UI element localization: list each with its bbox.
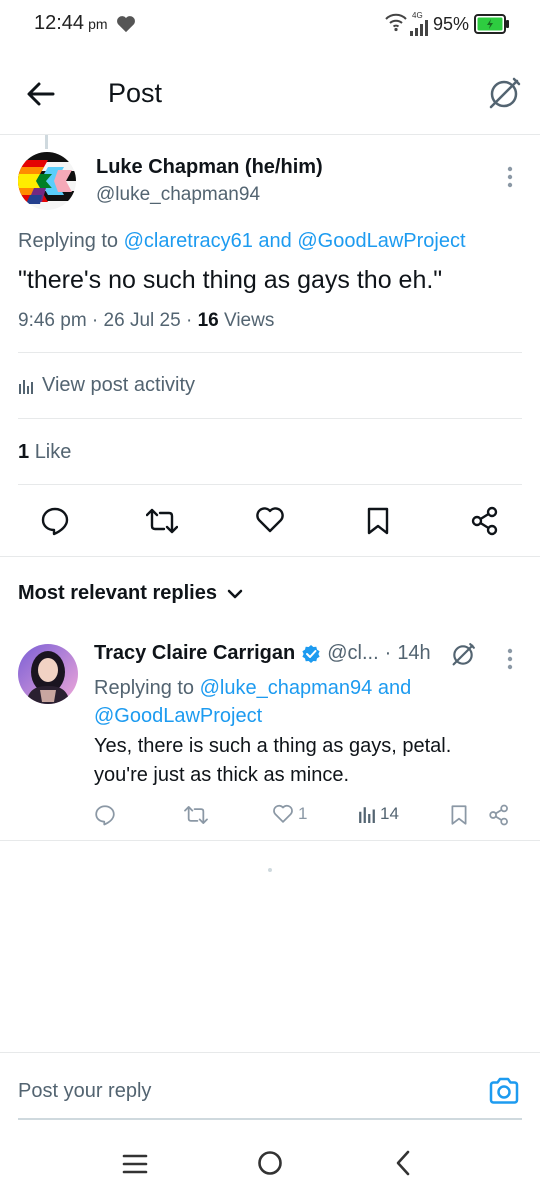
grok-icon[interactable] <box>486 76 522 112</box>
mention-link[interactable]: @claretracy61 <box>124 230 253 252</box>
reply-text: Yes, there is such a thing as gays, peta… <box>94 735 452 786</box>
sort-replies-dropdown[interactable]: Most relevant replies <box>18 582 243 605</box>
replying-to: Replying to @luke_chapman94 and @GoodLawP… <box>94 677 412 727</box>
network-type: 4G <box>412 11 423 20</box>
analytics-icon <box>359 807 375 823</box>
divider <box>0 556 540 557</box>
divider <box>18 418 522 419</box>
post-meta: 9:46 pm · 26 Jul 25 · 16 Views <box>18 310 275 331</box>
repost-icon[interactable] <box>184 804 208 826</box>
view-count: 14 <box>380 804 399 823</box>
author-handle[interactable]: @luke_chapman94 <box>96 184 260 206</box>
header-divider <box>0 134 540 135</box>
heart-icon <box>116 15 136 33</box>
reply-input[interactable]: Post your reply <box>18 1080 151 1103</box>
avatar[interactable] <box>18 152 76 210</box>
grok-icon[interactable] <box>450 642 476 668</box>
loading-indicator <box>268 868 272 872</box>
divider <box>18 352 522 353</box>
verified-badge-icon <box>302 644 320 663</box>
views-button[interactable]: 14 <box>358 804 399 824</box>
input-underline <box>18 1118 522 1120</box>
like-count: 1 <box>298 804 308 823</box>
reply-icon[interactable] <box>40 506 70 536</box>
mention-link[interactable]: @luke_chapman94 <box>200 677 373 699</box>
analytics-icon <box>19 379 33 394</box>
thread-line <box>45 135 48 149</box>
author-name[interactable]: Luke Chapman (he/him) <box>96 156 323 179</box>
more-options-icon[interactable] <box>505 648 515 670</box>
like-button[interactable]: 1 <box>272 804 307 824</box>
status-time: 12:44 pm <box>34 12 108 34</box>
wifi-icon <box>384 12 408 32</box>
mention-link[interactable]: @GoodLawProject <box>94 705 262 727</box>
home-icon[interactable] <box>257 1150 283 1176</box>
repost-icon[interactable] <box>146 506 178 536</box>
page-title: Post <box>108 78 163 108</box>
chevron-down-icon <box>227 589 243 598</box>
share-icon[interactable] <box>470 506 500 536</box>
battery-percent: 95% <box>433 14 470 34</box>
divider <box>18 484 522 485</box>
like-icon[interactable] <box>255 506 285 534</box>
share-icon[interactable] <box>488 804 510 826</box>
view-activity-link[interactable]: View post activity <box>18 374 195 397</box>
reply-icon[interactable] <box>94 804 116 826</box>
divider <box>0 1052 540 1053</box>
camera-icon[interactable] <box>488 1076 520 1106</box>
bookmark-icon[interactable] <box>450 804 468 826</box>
nav-back-icon[interactable] <box>394 1150 412 1176</box>
like-icon <box>273 804 293 823</box>
post-text: "there's no such thing as gays tho eh." <box>18 266 443 294</box>
likes-count[interactable]: 1 Like <box>18 441 71 464</box>
mention-link[interactable]: @GoodLawProject <box>297 230 465 252</box>
replying-to: Replying to @claretracy61 and @GoodLawPr… <box>18 230 466 252</box>
bookmark-icon[interactable] <box>366 506 390 536</box>
more-options-icon[interactable] <box>505 166 515 188</box>
back-arrow-icon[interactable] <box>26 80 56 108</box>
reply-time: 14h <box>397 642 431 664</box>
battery-icon <box>474 14 510 34</box>
avatar[interactable] <box>18 644 78 704</box>
signal-icon <box>410 20 430 36</box>
reply-author-row: Tracy Claire Carrigan @cl... · 14h <box>94 642 431 665</box>
recent-apps-icon[interactable] <box>122 1153 148 1175</box>
reply-author-handle[interactable]: @cl... <box>327 642 378 665</box>
reply-author-name[interactable]: Tracy Claire Carrigan <box>94 642 295 665</box>
divider <box>0 840 540 841</box>
